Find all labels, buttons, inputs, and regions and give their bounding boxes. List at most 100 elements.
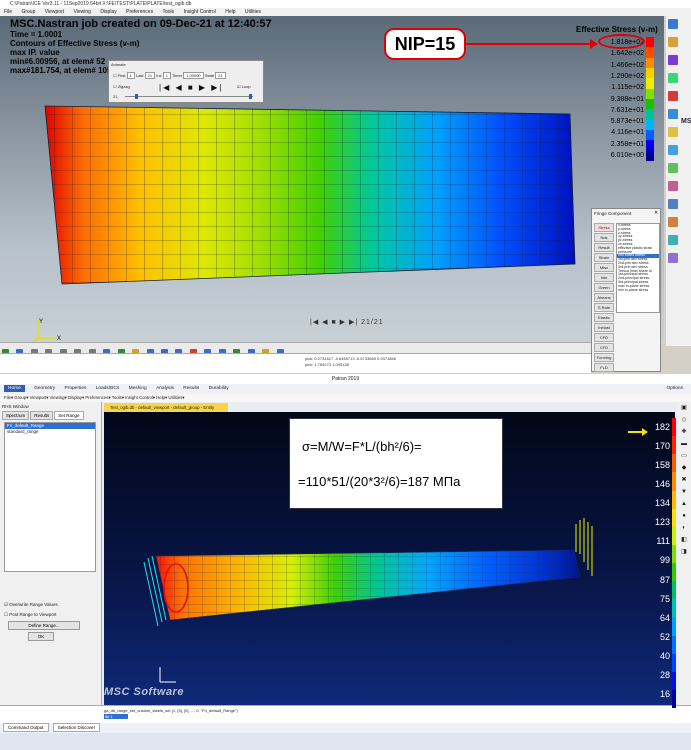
legend-swatch	[646, 78, 654, 89]
legend-bottom-swatch	[672, 653, 676, 672]
tab-meshing[interactable]: Meshing	[129, 386, 147, 391]
range-list[interactable]: Fri_default_Range standard_range	[4, 422, 96, 572]
play-controls[interactable]: |◀ ◀ ■ ▶ ▶|	[159, 83, 224, 92]
menu-tools[interactable]: Tools	[162, 9, 174, 15]
fringe-category-button[interactable]: CFD	[594, 343, 614, 352]
fringe-category-button[interactable]: Nds	[594, 233, 614, 242]
menu-viewing[interactable]: Viewing	[74, 9, 91, 15]
state-field[interactable]: 21	[215, 72, 226, 79]
menu-group[interactable]: Group	[21, 9, 35, 15]
fringe-category-button[interactable]: Forming	[594, 353, 614, 362]
list-item[interactable]: standard_range	[5, 429, 95, 435]
legend-bottom-label: 182	[654, 422, 670, 432]
tab-selection[interactable]: Selection Discover	[52, 723, 101, 732]
job-title: MSC.Nastran job created on 09-Dec-21 at …	[10, 18, 272, 30]
tab-home[interactable]: Home	[4, 385, 25, 392]
tool-icons[interactable]: ▣ ◇ ✚ ▬ ▭ ◆ ✖ ▼ ▲ ● ◐ ◧ ◨	[677, 402, 691, 558]
command-line[interactable]: ga_db_range_set_custom_labels_set (1, [5…	[0, 705, 691, 723]
tool-icon[interactable]	[668, 19, 678, 29]
legend-bottom-swatch	[672, 436, 676, 455]
tab-loads[interactable]: Loads/BCs	[96, 386, 119, 391]
fringe-component-list[interactable]: x-stress y-stress z-stress xy-stress yz-stre…	[616, 223, 660, 313]
command-history[interactable]: pick: 0.2731617 -0.6469713 -0.6733669 0.…	[0, 353, 591, 373]
options-button[interactable]: Options	[666, 384, 683, 394]
tool-icon[interactable]	[668, 55, 678, 65]
nip-arrowhead	[590, 39, 598, 49]
fringe-category-button[interactable]: Almans	[594, 293, 614, 302]
tab-properties[interactable]: Properties	[65, 386, 87, 391]
tool-icon[interactable]	[668, 91, 678, 101]
legend-bottom-label: 52	[659, 631, 670, 642]
tool-icon[interactable]	[668, 109, 678, 119]
tab-geometry[interactable]: Geometry	[34, 386, 55, 391]
fringe-category-button[interactable]: Elastic	[594, 313, 614, 322]
fringe-category-button[interactable]: Misc	[594, 263, 614, 272]
bottom-toolbar	[0, 342, 591, 356]
status-bar	[0, 733, 691, 750]
timer-field[interactable]: 1.00000	[183, 72, 204, 79]
viewport-tab[interactable]: Test_ogib.db - default_viewport - defaul…	[104, 403, 228, 412]
tool-icon[interactable]	[668, 73, 678, 83]
output-tabs: Command Output Selection Discover	[0, 723, 691, 733]
fringe-category-button[interactable]: S.Rate	[594, 303, 614, 312]
tool-icon[interactable]	[668, 217, 678, 227]
menu-utilities[interactable]: Utilities	[245, 9, 261, 15]
tab-analysis[interactable]: Analysis	[156, 386, 174, 391]
fringe-category-button[interactable]: Intn	[594, 273, 614, 282]
fringe-category-button[interactable]: Green	[594, 283, 614, 292]
legend-bottom-swatch	[672, 635, 676, 654]
fringe-category-button[interactable]: Stress	[594, 223, 614, 232]
fringe-category-button[interactable]: FLD	[594, 363, 614, 372]
menu-help[interactable]: Help	[225, 9, 235, 15]
menu-preferences[interactable]: Preferences	[126, 9, 153, 15]
fringe-category-button[interactable]: Inelast	[594, 323, 614, 332]
zigzag-option[interactable]: ☐ Zigzag	[113, 84, 130, 89]
menu-display[interactable]: Display	[100, 9, 116, 15]
fringe-category-button[interactable]: Result	[594, 243, 614, 252]
legend-bottom-bar	[672, 418, 676, 708]
fringe-list-item[interactable]: min in-plane stress	[617, 288, 659, 293]
legend-swatch	[646, 67, 654, 79]
frame-slider[interactable]: 21	[113, 94, 263, 99]
last-label: Last	[135, 73, 144, 78]
tab-durability[interactable]: Durability	[209, 386, 229, 391]
tool-icon[interactable]	[668, 235, 678, 245]
inc-field[interactable]: 1	[162, 72, 171, 79]
tab-command-output[interactable]: Command Output	[3, 723, 49, 732]
slider-handle[interactable]	[249, 94, 252, 99]
menu-file[interactable]: File	[4, 9, 12, 15]
tool-icon[interactable]	[668, 127, 678, 137]
loop-option[interactable]: ☑ Loop	[237, 84, 251, 89]
close-icon[interactable]: ✕	[654, 210, 658, 216]
tab-results[interactable]: Results	[183, 386, 199, 391]
ok-button[interactable]: OK	[28, 632, 54, 641]
fringe-category-button[interactable]: Strain	[594, 253, 614, 262]
tool-icon[interactable]	[668, 199, 678, 209]
zigzag-label: Zigzag	[117, 84, 130, 89]
tab-results[interactable]: Results	[30, 411, 54, 420]
tab-set-range[interactable]: Set Range	[54, 411, 84, 420]
post-range-checkbox[interactable]: ☐ Post Range to Viewport	[4, 612, 57, 618]
sub-menu-bar[interactable]: File▾ Group▾ Viewport▾ Viewing▾ Display▾…	[0, 394, 691, 402]
overwrite-checkbox[interactable]: ☑ Overwrite Range Values	[4, 602, 58, 608]
tool-icon[interactable]	[668, 253, 678, 263]
tool-icon[interactable]	[668, 181, 678, 191]
legend-bottom-swatch	[672, 563, 676, 582]
legend-bottom-swatch	[672, 418, 676, 437]
tab-spectrum[interactable]: Spectrum	[2, 411, 30, 420]
slider-handle[interactable]	[135, 94, 138, 99]
menu-insight[interactable]: Insight Control	[184, 9, 216, 15]
legend-label: 1.115e+02	[611, 84, 644, 92]
menu-viewport[interactable]: Viewport	[45, 9, 64, 15]
tool-icon[interactable]	[668, 37, 678, 47]
first-field[interactable]: 1	[126, 72, 135, 79]
last-field[interactable]: 21	[144, 72, 156, 79]
tool-icon[interactable]	[668, 163, 678, 173]
fringe-category-button[interactable]: CFD	[594, 333, 614, 342]
slider-track	[125, 96, 253, 97]
legend-swatch	[646, 140, 654, 151]
frame-counter[interactable]: |◀ ◀ ■ ▶ ▶| 21/21	[310, 318, 384, 326]
define-range-button[interactable]: Define Range...	[8, 621, 80, 630]
tool-icon[interactable]	[668, 145, 678, 155]
command-input[interactable]: $# 1	[104, 714, 128, 719]
